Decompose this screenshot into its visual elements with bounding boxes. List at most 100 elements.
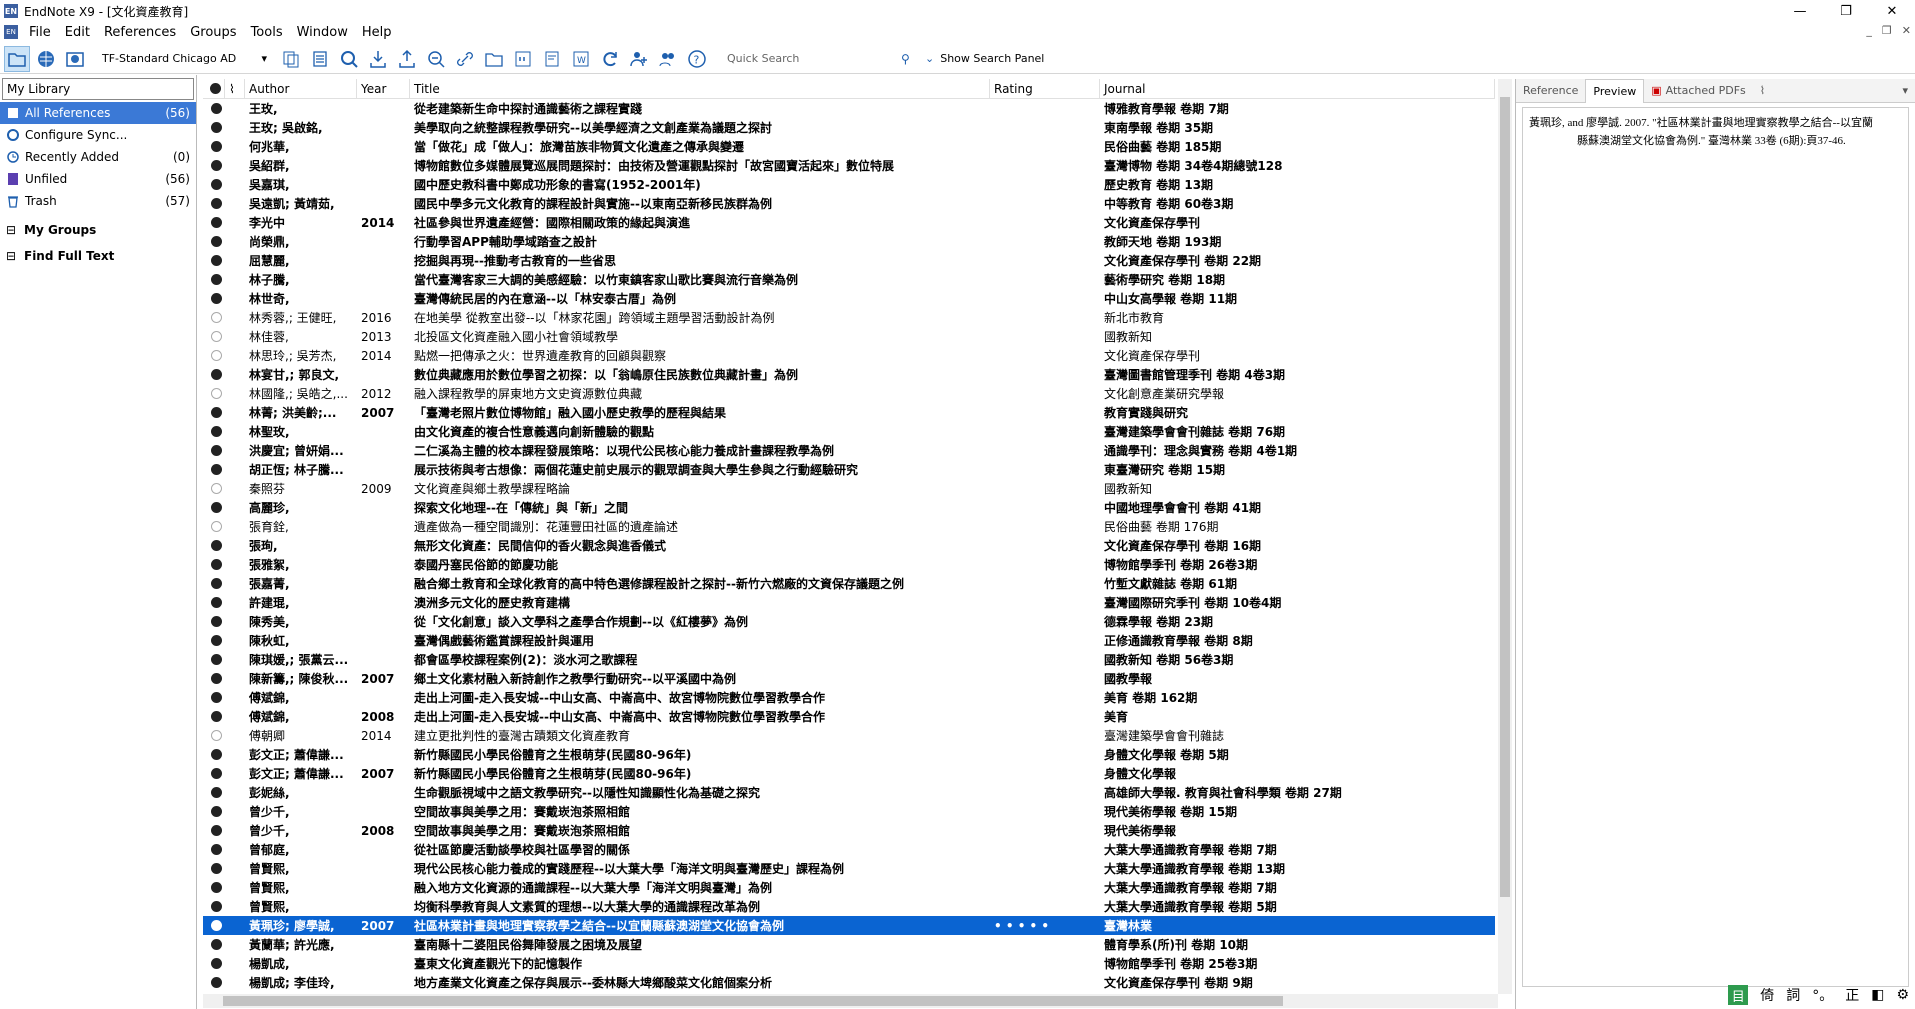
find-full-text-header[interactable]: ⊟ Find Full Text [0,244,196,268]
table-row[interactable]: 洪慶宜; 曾妍娟... 二仁溪為主體的校本課程發展策略：以現代公民核心能力養成計畫… [203,441,1495,460]
local-library-mode-button[interactable] [4,45,30,72]
tab-preview[interactable]: Preview [1585,78,1645,103]
read-status-cell[interactable] [203,369,225,380]
sidebar-item-recently-added[interactable]: Recently Added (0) [0,146,196,168]
read-dot-icon[interactable] [210,616,222,627]
read-status-cell[interactable] [203,787,225,798]
table-row[interactable]: 彭文正; 蕭偉謙... 新竹縣國民小學民俗體育之生根萌芽(民國80-96年) 身體文… [203,745,1495,764]
read-status-cell[interactable] [203,673,225,684]
read-status-cell[interactable] [203,483,225,494]
table-row[interactable]: 彭妮絲, 生命觀脈視域中之語文教學研究--以隱性知識顯性化為基礎之探究 高雄師大學報… [203,783,1495,802]
doc-close-icon[interactable]: ✕ [1902,24,1911,37]
tab-reference[interactable]: Reference [1516,79,1585,103]
table-row[interactable]: 陳秋虹, 臺灣偶戲藝術鑑賞課程設計與運用 正修通識教育學報 卷期 8期 [203,631,1495,650]
read-status-cell[interactable] [203,616,225,627]
tab-attached-pdfs[interactable]: ▣ Attached PDFs [1644,79,1753,103]
read-status-cell[interactable] [203,255,225,266]
read-status-cell[interactable] [203,179,225,190]
read-status-cell[interactable] [203,388,225,399]
import-button[interactable] [365,46,391,72]
find-full-text-button[interactable] [423,46,449,72]
scrollbar-thumb[interactable] [1500,97,1510,897]
read-dot-icon[interactable] [210,312,222,323]
minimize-button[interactable]: — [1777,0,1823,22]
read-status-cell[interactable] [203,331,225,342]
read-dot-icon[interactable] [210,350,222,361]
ime-item[interactable]: 詞 [1786,985,1800,1005]
table-row[interactable]: 張嘉菁, 融合鄉土教育和全球化教育的高中特色選修課程設計之探討--新竹六燃廠的文資… [203,574,1495,593]
horizontal-scrollbar[interactable] [203,994,1498,1008]
read-dot-icon[interactable] [210,160,222,171]
read-dot-icon[interactable] [210,141,222,152]
table-row[interactable]: 陳秀美, 從「文化創意」談入文學科之產學合作規劃--以《紅樓夢》為例 德霖學報 卷期… [203,612,1495,631]
read-status-cell[interactable] [203,825,225,836]
read-dot-icon[interactable] [210,331,222,342]
table-row[interactable]: 傅斌錦, 走出上河圖-走入長安城--中山女高、中崙高中、故宮博物院數位學習教學合作… [203,688,1495,707]
my-library-header[interactable]: My Library [2,78,194,100]
read-dot-icon[interactable] [210,920,222,931]
read-status-cell[interactable] [203,160,225,171]
table-row[interactable]: 高麗珍, 探索文化地理--在「傳統」與「新」之間 中國地理學會會刊 卷期 41期 [203,498,1495,517]
table-row[interactable]: 曾少千, 空間故事與美學之用：賽戴崁泡茶照相館 現代美術學報 卷期 15期 [203,802,1495,821]
read-dot-icon[interactable] [210,445,222,456]
doc-restore-icon[interactable]: ❐ [1882,24,1892,37]
open-link-button[interactable] [452,46,478,72]
table-row[interactable]: 黃蘭華; 許光應, 臺南縣十二婆阻民俗舞陣發展之困境及展望 體育學系(所)刊 卷期 … [203,935,1495,954]
read-dot-icon[interactable] [210,578,222,589]
group-share-button[interactable] [655,46,681,72]
read-status-cell[interactable] [203,445,225,456]
column-journal[interactable]: Journal [1100,79,1495,99]
sidebar-item-unfiled[interactable]: Unfiled (56) [0,168,196,190]
read-dot-icon[interactable] [210,654,222,665]
menu-tools[interactable]: Tools [244,25,290,40]
table-row[interactable]: 楊凱成; 李佳玲, 地方產業文化資產之保存與展示--委林縣大埤鄉酸菜文化館個案分析… [203,973,1495,992]
read-status-cell[interactable] [203,407,225,418]
table-row[interactable]: 張珣, 無形文化資產：民間信仰的香火觀念與進香儀式 文化資產保存學刊 卷期 16期 [203,536,1495,555]
table-row[interactable]: 曾賢熙, 融入地方文化資源的通識課程--以大葉大學「海洋文明與臺灣」為例 大葉大學通… [203,878,1495,897]
read-status-cell[interactable] [203,122,225,133]
table-row[interactable]: 黃珮珍; 廖學誠, 2007 社區林業計畫與地理實察教學之結合--以宜蘭縣蘇澳湖堂文… [203,916,1495,935]
table-row[interactable]: 彭文正; 蕭偉謙... 2007 新竹縣國民小學民俗體育之生根萌芽(民國80-96年… [203,764,1495,783]
copy-to-library-button[interactable] [278,46,304,72]
read-dot-icon[interactable] [210,274,222,285]
table-row[interactable]: 許建琨, 澳洲多元文化的歷史教育建構 臺灣國際研究季刊 卷期 10卷4期 [203,593,1495,612]
table-row[interactable]: 李光中 2014 社區參與世界遺產經營：國際相關政策的緣起與演進 文化資產保存學刊 [203,213,1495,232]
table-row[interactable]: 王玫; 吳啟銘, 美學取向之統整課程教學研究--以美學經濟之文創產業為議題之探討 東… [203,118,1495,137]
table-row[interactable]: 曾賢熙, 均衡科學教育與人文素質的理想--以大葉大學的通識課程改革為例 大葉大學通識… [203,897,1495,916]
read-dot-icon[interactable] [210,692,222,703]
read-status-cell[interactable] [203,293,225,304]
help-button[interactable]: ? [684,46,710,72]
read-dot-icon[interactable] [210,806,222,817]
read-dot-icon[interactable] [210,901,222,912]
menu-references[interactable]: References [97,25,183,40]
read-dot-icon[interactable] [210,730,222,741]
panel-layout-dropdown[interactable]: ▾ [1895,79,1915,103]
open-file-button[interactable] [481,46,507,72]
read-status-cell[interactable] [203,521,225,532]
table-row[interactable]: 胡正恆; 林子騰... 展示技術與考古想像：兩個花蓮史前史展示的觀眾調查與大學生參… [203,460,1495,479]
read-dot-icon[interactable] [210,825,222,836]
read-dot-icon[interactable] [210,711,222,722]
table-row[interactable]: 傅斌錦, 2008 走出上河圖-走入長安城--中山女高、中崙高中、故宮博物院數位學習… [203,707,1495,726]
menu-file[interactable]: File [22,25,58,40]
read-status-cell[interactable] [203,882,225,893]
rating-cell[interactable]: • • • • • [990,919,1100,933]
table-row[interactable]: 張育銓, 遺產做為一種空間識別：花蓮豐田社區的遺產論述 民俗曲藝 卷期 176期 [203,517,1495,536]
integrated-library-mode-button[interactable] [62,46,88,72]
column-title[interactable]: Title [410,79,990,99]
return-to-word-button[interactable]: W [568,46,594,72]
read-dot-icon[interactable] [210,768,222,779]
vertical-scrollbar[interactable] [1498,79,1512,994]
table-row[interactable]: 曾賢熙, 現代公民核心能力養成的實踐歷程--以大葉大學「海洋文明與臺灣歷史」課程為… [203,859,1495,878]
read-status-cell[interactable] [203,464,225,475]
read-status-cell[interactable] [203,920,225,931]
collapse-icon[interactable]: ⊟ [6,223,16,237]
read-dot-icon[interactable] [210,977,222,988]
table-row[interactable]: 曾少千, 2008 空間故事與美學之用：賽戴崁泡茶照相館 現代美術學報 [203,821,1495,840]
read-status-cell[interactable] [203,597,225,608]
read-status-cell[interactable] [203,578,225,589]
read-status-cell[interactable] [203,730,225,741]
export-button[interactable] [394,46,420,72]
read-dot-icon[interactable] [210,179,222,190]
read-status-cell[interactable] [203,711,225,722]
